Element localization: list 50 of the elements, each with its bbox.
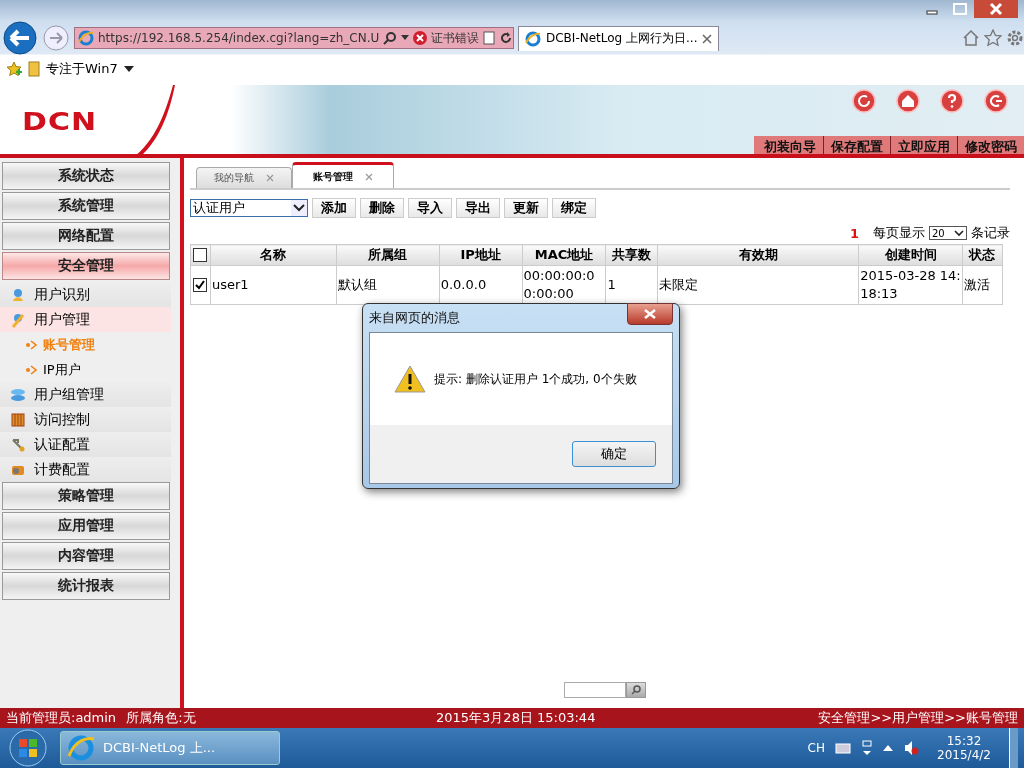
- toolbar-button[interactable]: 更新: [504, 198, 548, 218]
- toolbar-button[interactable]: 删除: [360, 198, 404, 218]
- role-label: 所属角色:无: [126, 709, 196, 727]
- table-cell: user1: [210, 265, 337, 305]
- toolbar-button[interactable]: 导出: [456, 198, 500, 218]
- column-header: 有效期: [657, 244, 859, 266]
- page-size-label: 每页显示: [873, 224, 925, 242]
- record-count: 1: [849, 225, 859, 241]
- dialog-title: 来自网页的消息: [369, 309, 460, 327]
- user-type-dropdown[interactable]: 认证用户: [190, 199, 308, 217]
- breadcrumb: 安全管理>>用户管理>>账号管理: [818, 709, 1018, 727]
- toolbar-button[interactable]: 导入: [408, 198, 452, 218]
- menu-section[interactable]: 系统状态: [2, 162, 170, 190]
- admin-label: 当前管理员:admin: [6, 709, 117, 727]
- menu-section[interactable]: 系统管理: [2, 192, 170, 220]
- column-header: 所属组: [336, 244, 440, 266]
- dialog-message: 提示: 删除认证用户 1个成功, 0个失败: [434, 370, 637, 388]
- clock[interactable]: 15:32 2015/4/2: [929, 734, 999, 762]
- certificate-error-label[interactable]: 证书错误: [431, 29, 480, 47]
- table-cell: 激活: [962, 265, 1003, 305]
- ok-button[interactable]: 确定: [572, 441, 656, 467]
- menu-section[interactable]: 安全管理: [2, 252, 170, 280]
- tab[interactable]: 我的导航: [196, 167, 292, 188]
- column-header: 共享数: [606, 244, 658, 266]
- logo: DCN: [22, 107, 98, 136]
- favorites-link[interactable]: 专注于Win7: [46, 60, 118, 78]
- column-header: IP地址: [439, 244, 523, 266]
- table-cell: 2015-03-28 14:18:13: [858, 265, 963, 305]
- menu-section[interactable]: 策略管理: [2, 482, 170, 510]
- header-link[interactable]: 初装向导: [754, 136, 823, 158]
- menu-section[interactable]: 内容管理: [2, 542, 170, 570]
- toolbar-button[interactable]: 添加: [312, 198, 356, 218]
- tab[interactable]: 账号管理: [292, 162, 394, 188]
- address-bar[interactable]: https://192.168.5.254/index.cgi?lang=zh_CN.U 证书错误: [74, 27, 514, 49]
- submenu-item[interactable]: IP用户: [0, 357, 171, 382]
- toolbar-button[interactable]: 绑定: [552, 198, 596, 218]
- language-indicator[interactable]: CH: [807, 741, 825, 755]
- menu-item[interactable]: 用户管理: [0, 307, 171, 332]
- browser-tab[interactable]: DCBI-NetLog 上网行为日...: [518, 25, 720, 51]
- page-size-suffix: 条记录: [971, 224, 1010, 242]
- url-text: https://192.168.5.254/index.cgi?lang=zh_CN.U: [98, 31, 380, 45]
- page-size-dropdown[interactable]: 20: [929, 226, 967, 240]
- login-time: 2015年3月28日 15:03:44: [435, 709, 597, 727]
- menu-section[interactable]: 网络配置: [2, 222, 170, 250]
- menu-section[interactable]: 应用管理: [2, 512, 170, 540]
- column-header: 名称: [210, 244, 337, 266]
- column-header: 状态: [962, 244, 1003, 266]
- column-header: 创建时间: [858, 244, 963, 266]
- menu-section[interactable]: 统计报表: [2, 572, 170, 600]
- column-header: MAC地址: [522, 244, 606, 266]
